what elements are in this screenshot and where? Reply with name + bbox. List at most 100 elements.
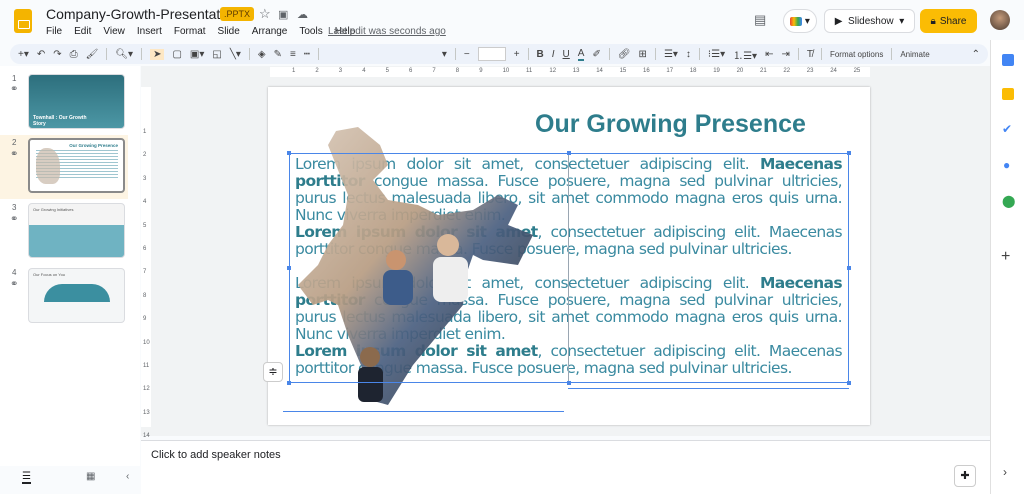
speaker-notes[interactable]: Click to add speaker notes ✚: [141, 440, 990, 494]
indent-increase-icon[interactable]: ⇥: [781, 49, 789, 60]
ruler-tick-label: 15: [619, 68, 627, 74]
grid-view-icon[interactable]: ▦: [86, 471, 95, 482]
redo-icon[interactable]: ↷: [53, 49, 61, 60]
clear-format-icon[interactable]: T̸: [807, 49, 813, 60]
vertical-ruler[interactable]: 1 2 3 4 5 6 7 8 9 10 11 12 13 14: [141, 87, 151, 439]
increase-font-icon[interactable]: +: [514, 49, 520, 60]
align-icon[interactable]: ☰▾: [664, 49, 678, 60]
menu-file[interactable]: File: [46, 26, 62, 37]
resize-handle[interactable]: [287, 151, 291, 155]
link-icon: ⚭: [10, 214, 19, 225]
document-title[interactable]: Company-Growth-Presentation: [46, 6, 239, 22]
ruler-tick-label: 18: [689, 68, 697, 74]
slide-thumbnail-1[interactable]: Townhall : Our Growth Story: [28, 74, 125, 129]
cloud-status-icon[interactable]: ☁: [297, 8, 308, 21]
slide-number: 3: [12, 203, 17, 212]
meet-button[interactable]: ▾: [783, 9, 817, 33]
maps-icon[interactable]: ⬤: [1002, 194, 1015, 208]
menu-arrange[interactable]: Arrange: [252, 26, 288, 37]
thumbnail-title: Our Growing Presence: [69, 143, 118, 148]
filmstrip: 1 Townhall : Our Growth Story 2 Our Grow…: [0, 66, 140, 484]
border-dash-icon[interactable]: ┅: [304, 49, 310, 60]
ruler-tick-label: 6: [409, 68, 413, 74]
horizontal-ruler[interactable]: 1 2 3 4 5 6 7 8 9 10 11 12 13 14 15 16 17 18 19 20 21 22 23 24 2…: [270, 67, 870, 77]
filmstrip-view-icon[interactable]: ☰: [22, 471, 31, 484]
resize-handle[interactable]: [567, 151, 571, 155]
zoom-icon[interactable]: 🔍︎▾: [115, 49, 133, 60]
explore-icon[interactable]: ✚: [954, 465, 976, 487]
resize-handle[interactable]: [847, 381, 851, 385]
menu-insert[interactable]: Insert: [137, 26, 162, 37]
ruler-tick-label: 9: [479, 68, 483, 74]
keep-icon[interactable]: [1002, 88, 1014, 100]
italic-icon[interactable]: I: [552, 49, 555, 60]
format-options-button[interactable]: Format options: [830, 50, 883, 59]
border-weight-icon[interactable]: ≡: [290, 49, 296, 60]
border-color-icon[interactable]: ✎: [274, 49, 282, 60]
resize-handle[interactable]: [567, 381, 571, 385]
ruler-tick-label: 16: [643, 68, 650, 74]
resize-handle[interactable]: [847, 266, 851, 270]
decrease-font-icon[interactable]: −: [464, 49, 470, 60]
calendar-icon[interactable]: [1002, 54, 1014, 66]
expand-panel-icon[interactable]: ›: [1003, 465, 1007, 479]
move-folder-icon[interactable]: ▣: [278, 8, 288, 21]
menu-view[interactable]: View: [103, 26, 125, 37]
star-icon[interactable]: ☆: [259, 6, 271, 22]
bullet-list-icon[interactable]: ⁝☰▾: [708, 49, 725, 60]
text-color-icon[interactable]: A: [577, 48, 585, 61]
ruler-tick-label: 7: [143, 269, 147, 276]
menu-format[interactable]: Format: [174, 26, 206, 37]
image-icon[interactable]: ▣▾: [190, 49, 204, 60]
tasks-icon[interactable]: ✔: [1002, 122, 1012, 136]
resize-handle[interactable]: [847, 151, 851, 155]
select-icon[interactable]: ➤: [150, 48, 165, 60]
speaker-notes-placeholder[interactable]: Click to add speaker notes: [151, 449, 281, 461]
link-icon: ⚭: [10, 279, 19, 290]
comments-icon[interactable]: ▤: [754, 12, 766, 28]
menu-edit[interactable]: Edit: [74, 26, 91, 37]
link-icon[interactable]: 🔗︎: [618, 49, 631, 60]
bold-icon[interactable]: B: [537, 49, 544, 60]
comment-add-icon[interactable]: ⊞: [639, 49, 647, 60]
last-edit-link[interactable]: Last edit was seconds ago: [328, 26, 446, 37]
line-icon[interactable]: ╲▾: [230, 49, 241, 60]
thumbnail-title: Townhall : Our Growth Story: [33, 115, 87, 127]
print-icon[interactable]: ⎙: [70, 49, 78, 60]
link-icon: ⚭: [10, 149, 19, 160]
indent-decrease-icon[interactable]: ⇤: [765, 49, 773, 60]
add-on-plus-icon[interactable]: +: [1001, 248, 1010, 266]
slide-thumbnail-2[interactable]: Our Growing Presence: [28, 138, 125, 193]
font-size-input[interactable]: [477, 47, 506, 61]
underline-icon[interactable]: U: [563, 49, 570, 60]
slide[interactable]: Our Growing Presence Lorem ipsum dolor s…: [263, 87, 870, 425]
contacts-icon[interactable]: ●: [1003, 158, 1010, 172]
share-button[interactable]: 🔒︎ Share: [920, 9, 977, 33]
paint-format-icon[interactable]: 🖌︎: [86, 49, 99, 60]
slide-number: 1: [12, 74, 17, 83]
shape-icon[interactable]: ◱: [212, 49, 221, 60]
highlight-icon[interactable]: ✐: [592, 49, 600, 60]
collapse-panel-icon[interactable]: ‹: [126, 471, 129, 482]
resize-handle[interactable]: [287, 381, 291, 385]
line-spacing-icon[interactable]: ↕: [686, 49, 691, 60]
smart-spacing-icon[interactable]: ≑: [263, 362, 283, 382]
fill-color-icon[interactable]: ◈: [258, 49, 266, 60]
slideshow-button[interactable]: ▶ Slideshow ▾: [824, 9, 915, 33]
font-dropdown[interactable]: ▾: [327, 49, 447, 60]
slide-thumbnail-3[interactable]: Our Growing Initiatives: [28, 203, 125, 258]
text-box-icon[interactable]: ▢: [172, 49, 181, 60]
animate-button[interactable]: Animate: [900, 50, 929, 59]
collapse-toolbar-icon[interactable]: ⌃: [972, 49, 980, 60]
menu-tools[interactable]: Tools: [299, 26, 322, 37]
avatar[interactable]: [990, 10, 1010, 30]
numbered-list-icon[interactable]: ⒈☰▾: [733, 47, 757, 62]
slides-logo-icon[interactable]: [14, 9, 32, 33]
resize-handle[interactable]: [287, 266, 291, 270]
slide-thumbnail-4[interactable]: Our Focus on You: [28, 268, 125, 323]
menu-slide[interactable]: Slide: [218, 26, 240, 37]
new-slide-icon[interactable]: +▾: [18, 49, 29, 60]
ruler-tick-label: 17: [666, 68, 674, 74]
undo-icon[interactable]: ↶: [37, 49, 45, 60]
text-box-selection[interactable]: [289, 153, 849, 383]
